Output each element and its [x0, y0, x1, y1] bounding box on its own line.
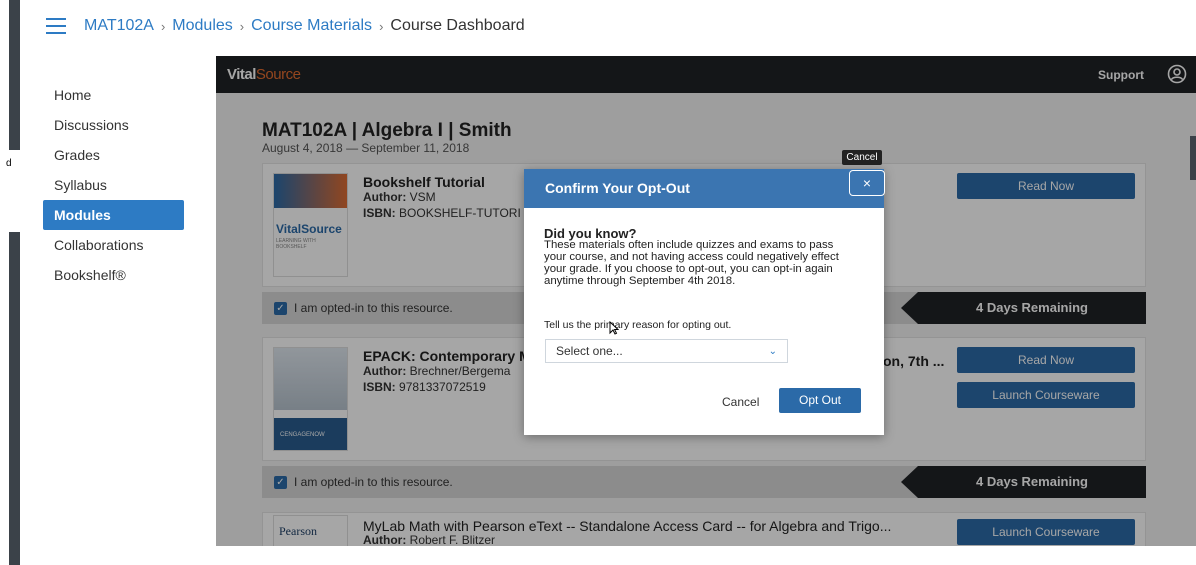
close-tooltip: Cancel	[842, 150, 882, 165]
opt-out-modal: Confirm Your Opt-Out × Did you know? The…	[524, 169, 885, 435]
nav-item-home[interactable]: Home	[43, 80, 184, 110]
breadcrumb-modules[interactable]: Modules	[172, 17, 232, 35]
course-navigation: Home Discussions Grades Syllabus Modules…	[43, 80, 184, 290]
scrollbar[interactable]	[1190, 136, 1196, 180]
hamburger-menu-icon[interactable]	[46, 18, 66, 34]
screen: d MAT102A › Modules › Course Materials ›…	[0, 0, 1196, 565]
mouse-cursor-icon	[609, 321, 619, 335]
breadcrumb-current: Course Dashboard	[390, 17, 525, 34]
close-icon[interactable]: ×	[849, 170, 885, 196]
chevron-right-icon: ›	[379, 18, 384, 34]
left-edge: d	[0, 0, 20, 565]
chevron-right-icon: ›	[160, 18, 166, 34]
breadcrumb-course[interactable]: MAT102A	[84, 17, 154, 35]
left-edge-fragment: d	[6, 158, 12, 169]
cancel-button[interactable]: Cancel	[722, 395, 759, 409]
left-edge-bar-bottom	[9, 232, 20, 565]
nav-item-grades[interactable]: Grades	[43, 140, 184, 170]
vitalsource-app: VitalSource Support MAT102A | Algebra I …	[216, 56, 1196, 546]
modal-title: Confirm Your Opt-Out	[545, 180, 690, 196]
chevron-right-icon: ›	[239, 18, 245, 34]
nav-item-discussions[interactable]: Discussions	[43, 110, 184, 140]
breadcrumb-course-materials[interactable]: Course Materials	[251, 17, 372, 35]
nav-item-syllabus[interactable]: Syllabus	[43, 170, 184, 200]
reason-label: Tell us the primary reason for opting ou…	[544, 319, 732, 331]
breadcrumb: MAT102A › Modules › Course Materials › C…	[46, 14, 525, 38]
chevron-down-icon: ⌄	[768, 346, 777, 357]
reason-select[interactable]: Select one... ⌄	[545, 339, 788, 363]
nav-item-bookshelf[interactable]: Bookshelf®	[43, 260, 184, 290]
nav-item-modules[interactable]: Modules	[43, 200, 184, 230]
opt-out-button[interactable]: Opt Out	[779, 388, 861, 413]
nav-item-collaborations[interactable]: Collaborations	[43, 230, 184, 260]
modal-body-text: These materials often include quizzes an…	[544, 239, 839, 287]
left-edge-bar-top	[9, 0, 20, 150]
